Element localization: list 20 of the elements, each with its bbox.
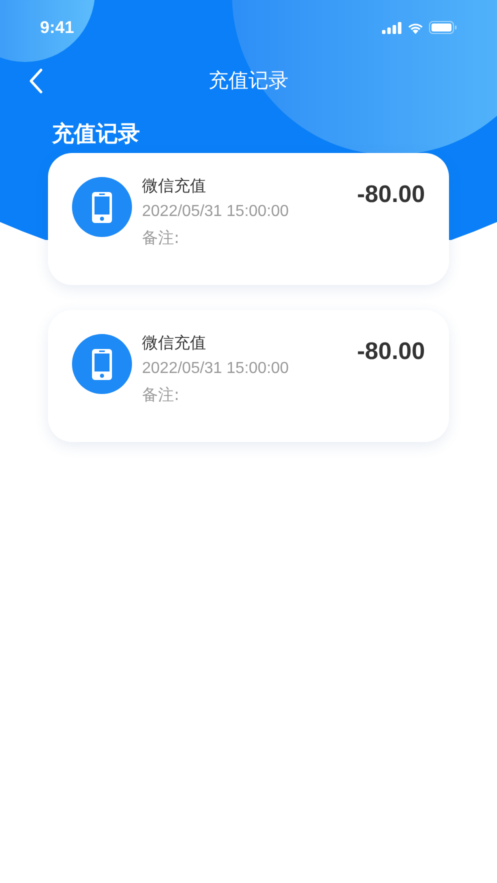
wifi-icon bbox=[407, 22, 424, 34]
record-title: 微信充值 bbox=[142, 175, 207, 197]
phone-icon bbox=[72, 177, 132, 237]
record-amount: -80.00 bbox=[356, 181, 425, 209]
status-time: 9:41 bbox=[40, 18, 74, 38]
record-note: 备注: bbox=[142, 227, 180, 249]
back-icon bbox=[29, 68, 43, 94]
record-title: 微信充值 bbox=[142, 332, 207, 354]
record-note: 备注: bbox=[142, 384, 180, 406]
back-button[interactable] bbox=[27, 66, 45, 96]
section-title: 充值记录 bbox=[52, 120, 141, 149]
record-card[interactable]: 微信充值 2022/05/31 15:00:00 备注: -80.00 bbox=[48, 153, 449, 285]
signal-icon bbox=[382, 22, 402, 34]
page-title: 充值记录 bbox=[208, 66, 288, 94]
phone-icon bbox=[72, 334, 132, 394]
battery-icon bbox=[429, 21, 457, 34]
record-amount: -80.00 bbox=[356, 338, 425, 366]
record-time: 2022/05/31 15:00:00 bbox=[142, 359, 290, 379]
record-time: 2022/05/31 15:00:00 bbox=[142, 202, 290, 222]
record-card[interactable]: 微信充值 2022/05/31 15:00:00 备注: -80.00 bbox=[48, 310, 449, 442]
